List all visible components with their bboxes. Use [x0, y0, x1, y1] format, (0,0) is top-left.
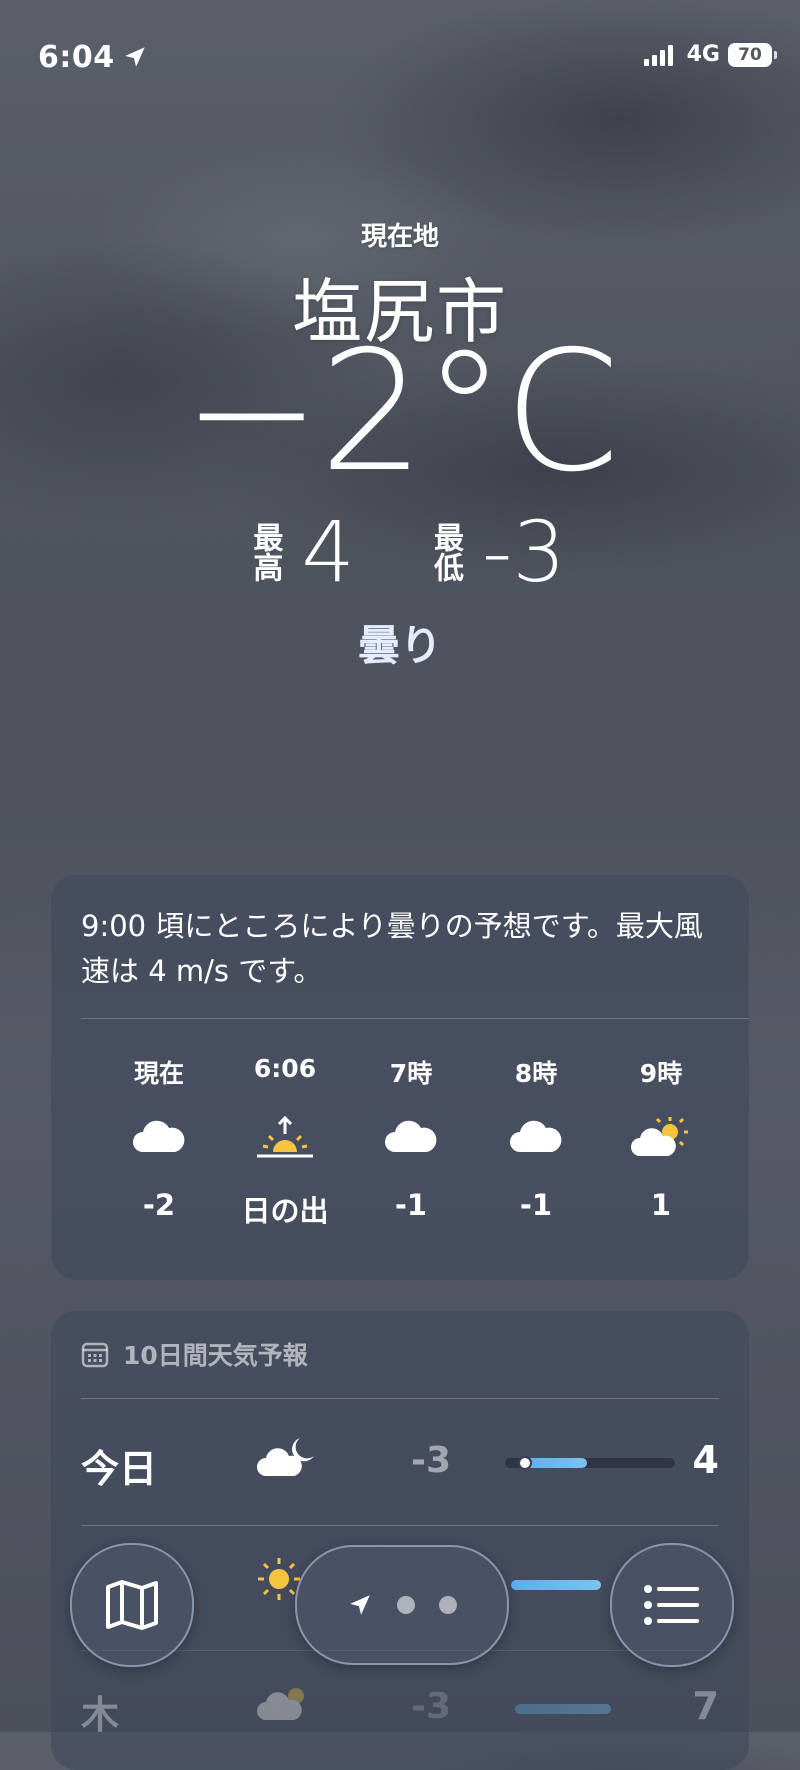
high-value: 4: [301, 503, 355, 601]
divider: [81, 1525, 719, 1526]
hour-label: 7時: [389, 1059, 433, 1088]
forecast-summary: 9:00 頃にところにより曇りの予想です。最大風速は 4 m/s です。: [81, 909, 703, 988]
page-dot: [439, 1596, 457, 1614]
high-low: 最高 4 最低 -3: [0, 510, 800, 594]
cloud-icon: [89, 1116, 229, 1156]
day-name: 木: [81, 1693, 120, 1737]
hour-label: 8時: [514, 1059, 558, 1088]
low-label-text: 最低: [428, 522, 464, 582]
clock: 6:04: [38, 40, 115, 75]
location-arrow-icon: [125, 47, 145, 67]
low-value: -3: [482, 503, 566, 601]
day-high: 7: [692, 1684, 719, 1728]
partly-sunny-icon: [256, 1680, 318, 1728]
network-type: 4G: [686, 42, 720, 67]
cloud-icon: [341, 1116, 481, 1156]
hour-label: 9時: [639, 1059, 683, 1088]
partly-sunny-icon: [591, 1116, 731, 1160]
temp-range-bar: [505, 1456, 675, 1470]
status-icons: 4G 70: [643, 42, 777, 67]
sunrise-icon: [215, 1116, 355, 1162]
status-bar: 6:04 4G 70: [38, 38, 777, 78]
hour-temp: -1: [519, 1188, 553, 1222]
hour-label: 現在: [133, 1059, 184, 1088]
page-dot: [397, 1596, 415, 1614]
ten-day-header: 10日間天気予報: [81, 1336, 308, 1372]
high-label: 最高: [214, 522, 283, 582]
ten-day-forecast-card[interactable]: 10日間天気予報 今日 -3 4 木 -3 7: [51, 1310, 749, 1770]
temp-range-fill: [511, 1580, 601, 1590]
day-high: 4: [692, 1438, 719, 1482]
hourly-forecast-card[interactable]: 9:00 頃にところにより曇りの予想です。最大風速は 4 m/s です。 現在 …: [51, 874, 749, 1280]
ten-day-title: 10日間天気予報: [123, 1341, 308, 1370]
cloud-icon: [466, 1116, 606, 1156]
low-label: 最低: [395, 522, 464, 582]
hour-temp: -1: [394, 1188, 428, 1222]
cloud-moon-icon: [256, 1434, 318, 1484]
day-low: -3: [411, 1686, 451, 1727]
map-icon: [106, 1580, 158, 1630]
day-low: -3: [411, 1440, 451, 1481]
divider: [81, 1398, 719, 1399]
hour-temp: -2: [142, 1188, 176, 1222]
cellular-signal-icon: [643, 44, 673, 66]
location-label: 現在地: [360, 222, 439, 252]
hourly-list[interactable]: 現在 -2 6:06 日の出 7時 -1 8時 -1 9時 1: [51, 1054, 749, 1264]
calendar-icon: [81, 1342, 109, 1368]
day-row-today[interactable]: 今日 -3 4: [81, 1426, 719, 1496]
temp-range-fill: [515, 1704, 611, 1714]
condition-text: 曇り: [357, 621, 442, 670]
high-label-text: 最高: [247, 522, 283, 582]
hour-temp: 日の出: [241, 1194, 329, 1228]
hour-label: 6:06: [253, 1054, 317, 1083]
day-name: 今日: [81, 1447, 158, 1491]
list-icon: [644, 1585, 699, 1625]
current-temperature: −2°C: [182, 316, 620, 509]
current-temp-dot: [518, 1456, 532, 1470]
divider: [81, 1018, 749, 1019]
temp-range-bar: [505, 1704, 675, 1714]
hour-temp: 1: [650, 1188, 672, 1222]
location-arrow-icon: [350, 1595, 370, 1615]
page-indicator[interactable]: [295, 1545, 509, 1665]
map-button[interactable]: [70, 1543, 194, 1667]
battery-icon: 70: [728, 42, 777, 67]
location-list-button[interactable]: [610, 1543, 734, 1667]
